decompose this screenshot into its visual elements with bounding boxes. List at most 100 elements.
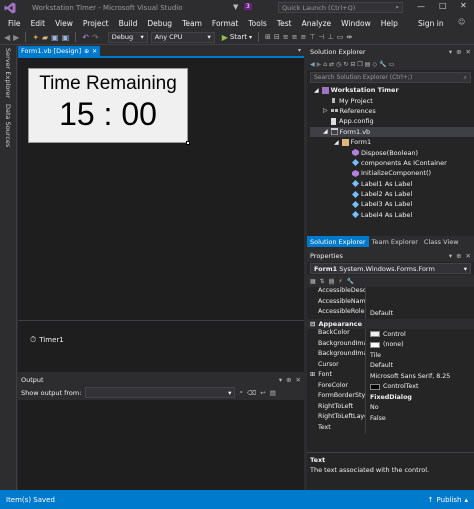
property-row[interactable]: AccessibleDescrip (307, 287, 474, 298)
menu-help[interactable]: Help (376, 19, 403, 28)
pin-icon[interactable]: ⊕ (456, 48, 461, 56)
toggle-icon[interactable]: ▤ (270, 389, 276, 397)
tab-solution-explorer[interactable]: Solution Explorer (307, 236, 369, 247)
history-icon[interactable]: ◷ (336, 61, 341, 68)
resize-handle[interactable] (186, 141, 190, 145)
form-designer-surface[interactable]: Time Remaining 15 : 00 (18, 58, 304, 320)
property-value[interactable]: Microsoft Sans Serif, 8.25 (366, 371, 474, 382)
align-bottom-icon[interactable]: ⊥ (328, 33, 334, 41)
forward-icon[interactable]: ▶ (13, 33, 19, 42)
time-value-label[interactable]: 15 : 00 (29, 96, 187, 133)
menu-format[interactable]: Format (207, 19, 243, 28)
open-folder-icon[interactable]: ▰ (42, 33, 48, 42)
menu-edit[interactable]: Edit (26, 19, 51, 28)
view-code-icon[interactable]: ◇ (372, 61, 377, 68)
tree-item-references[interactable]: ▷ References (310, 106, 474, 116)
menu-build[interactable]: Build (114, 19, 143, 28)
data-sources-tab[interactable]: Data Sources (4, 104, 12, 147)
save-icon[interactable]: ▣ (51, 33, 59, 42)
tree-item-member[interactable]: Label2 As Label (310, 189, 474, 199)
object-selector-dropdown[interactable]: Form1 System.Windows.Forms.Form ▾ (310, 263, 471, 274)
tab-form1-design[interactable]: Form1.vb [Design] ⊕ ✕ (18, 46, 101, 56)
maximize-button[interactable]: □ (439, 1, 447, 10)
menu-analyze[interactable]: Analyze (297, 19, 337, 28)
property-value[interactable] (366, 287, 474, 298)
close-button[interactable]: ✕ (460, 1, 467, 10)
menu-project[interactable]: Project (78, 19, 114, 28)
property-row[interactable]: BackgroundImage Tile (307, 350, 474, 361)
close-icon[interactable]: ✕ (296, 376, 301, 384)
back-icon[interactable]: ◀ (310, 61, 315, 68)
tree-item-solution[interactable]: ◢ Workstation Timer (310, 85, 474, 95)
clear-icon[interactable]: ⌫ (247, 389, 256, 397)
minimize-button[interactable]: — (417, 2, 425, 11)
tab-class-view[interactable]: Class View (421, 236, 462, 247)
property-row[interactable]: RightToLeftLayou False (307, 413, 474, 424)
save-all-icon[interactable]: ▣ (62, 33, 70, 42)
copy-icon[interactable]: ❐ (357, 61, 362, 68)
tree-item-member[interactable]: Dispose(Boolean) (310, 147, 474, 157)
tree-item-member[interactable]: Label3 As Label (310, 199, 474, 209)
size-icon[interactable]: ▭ (337, 33, 344, 41)
configuration-dropdown[interactable]: Debug ▾ (107, 31, 148, 43)
refresh-icon[interactable]: ↻ (343, 61, 348, 68)
alphabetical-icon[interactable]: ⇅ (320, 278, 325, 285)
dropdown-icon[interactable]: ▾ (279, 376, 282, 384)
property-row[interactable]: ⊞ Font Microsoft Sans Serif, 8.25 (307, 371, 474, 382)
align-top-icon[interactable]: ⊤ (309, 33, 315, 41)
timer1-component[interactable]: ⏱ Timer1 (30, 335, 64, 345)
property-row[interactable]: AccessibleName (307, 297, 474, 309)
output-source-dropdown[interactable]: ▾ (85, 387, 236, 398)
tree-item-member[interactable]: components As IContainer (310, 158, 474, 168)
tree-item-member[interactable]: Label1 As Label (310, 179, 474, 189)
start-button[interactable]: ▶ Start ▾ (222, 33, 252, 42)
tree-item-form1-vb[interactable]: ◢ Form1.vb (310, 126, 474, 137)
notification-badge[interactable]: 3 (244, 3, 252, 10)
time-remaining-label[interactable]: Time Remaining (29, 73, 187, 95)
pin-icon[interactable]: ⊕ (286, 376, 291, 384)
property-row[interactable]: BackColor Control (307, 329, 474, 340)
redo-icon[interactable]: ↷ (92, 33, 99, 42)
menu-team[interactable]: Team (177, 19, 207, 28)
grid-icon[interactable]: ⊟ (274, 33, 280, 41)
property-row[interactable]: FormBorderStyle FixedDialog (307, 392, 474, 403)
collapse-all-icon[interactable]: ⊟ (350, 61, 355, 68)
property-value[interactable]: FixedDialog (366, 392, 474, 403)
menu-tools[interactable]: Tools (243, 19, 271, 28)
tree-item-member[interactable]: Label4 As Label (310, 210, 474, 220)
align-middle-icon[interactable]: ⊣ (318, 33, 324, 41)
tab-team-explorer[interactable]: Team Explorer (369, 236, 421, 247)
publish-button[interactable]: ↑ Publish ▴ (428, 496, 468, 504)
property-value[interactable] (366, 298, 474, 309)
tab-overflow-icon[interactable]: ▾ (298, 47, 301, 54)
forward-icon[interactable]: ▶ (317, 61, 322, 68)
collapse-icon[interactable]: ⊟ (310, 320, 315, 328)
form-preview[interactable]: Time Remaining 15 : 00 (28, 68, 190, 145)
wrap-icon[interactable]: ↩ (260, 389, 265, 397)
categorized-icon[interactable]: ▦ (310, 278, 316, 285)
expand-icon[interactable]: ⊞ (310, 371, 315, 378)
pin-icon[interactable]: ⊕ (456, 252, 461, 260)
platform-dropdown[interactable]: Any CPU ▾ (150, 31, 215, 43)
close-icon[interactable]: ✕ (92, 48, 97, 55)
align-right-icon[interactable]: ≡ (300, 33, 306, 41)
back-icon[interactable]: ◀ (4, 33, 10, 42)
property-row[interactable]: ForeColor ControlText (307, 381, 474, 392)
sync-icon[interactable]: ⇄ (329, 61, 334, 68)
tree-item-form1-class[interactable]: ◢ Form1 (310, 137, 474, 147)
show-all-icon[interactable]: ▤ (365, 61, 371, 68)
find-icon[interactable]: ⌕ (239, 388, 243, 397)
pin-icon[interactable]: ⊞ (265, 33, 271, 41)
property-value[interactable]: Default (366, 308, 474, 319)
home-icon[interactable]: ⌂ (323, 61, 327, 68)
quick-launch-input[interactable]: Quick Launch (Ctrl+Q) ⌕ (278, 2, 403, 13)
pin-icon[interactable]: ⊕ (84, 48, 89, 55)
property-row[interactable]: Cursor Default (307, 360, 474, 371)
menu-debug[interactable]: Debug (142, 19, 177, 28)
align-center-icon[interactable]: ≡ (292, 33, 298, 41)
menu-view[interactable]: View (50, 19, 78, 28)
feedback-icon[interactable]: ☺ (458, 18, 465, 26)
property-category-appearance[interactable]: ⊟ Appearance (307, 318, 474, 329)
property-value[interactable]: Tile (366, 350, 474, 361)
property-row[interactable]: BackgroundImage (none) (307, 339, 474, 350)
